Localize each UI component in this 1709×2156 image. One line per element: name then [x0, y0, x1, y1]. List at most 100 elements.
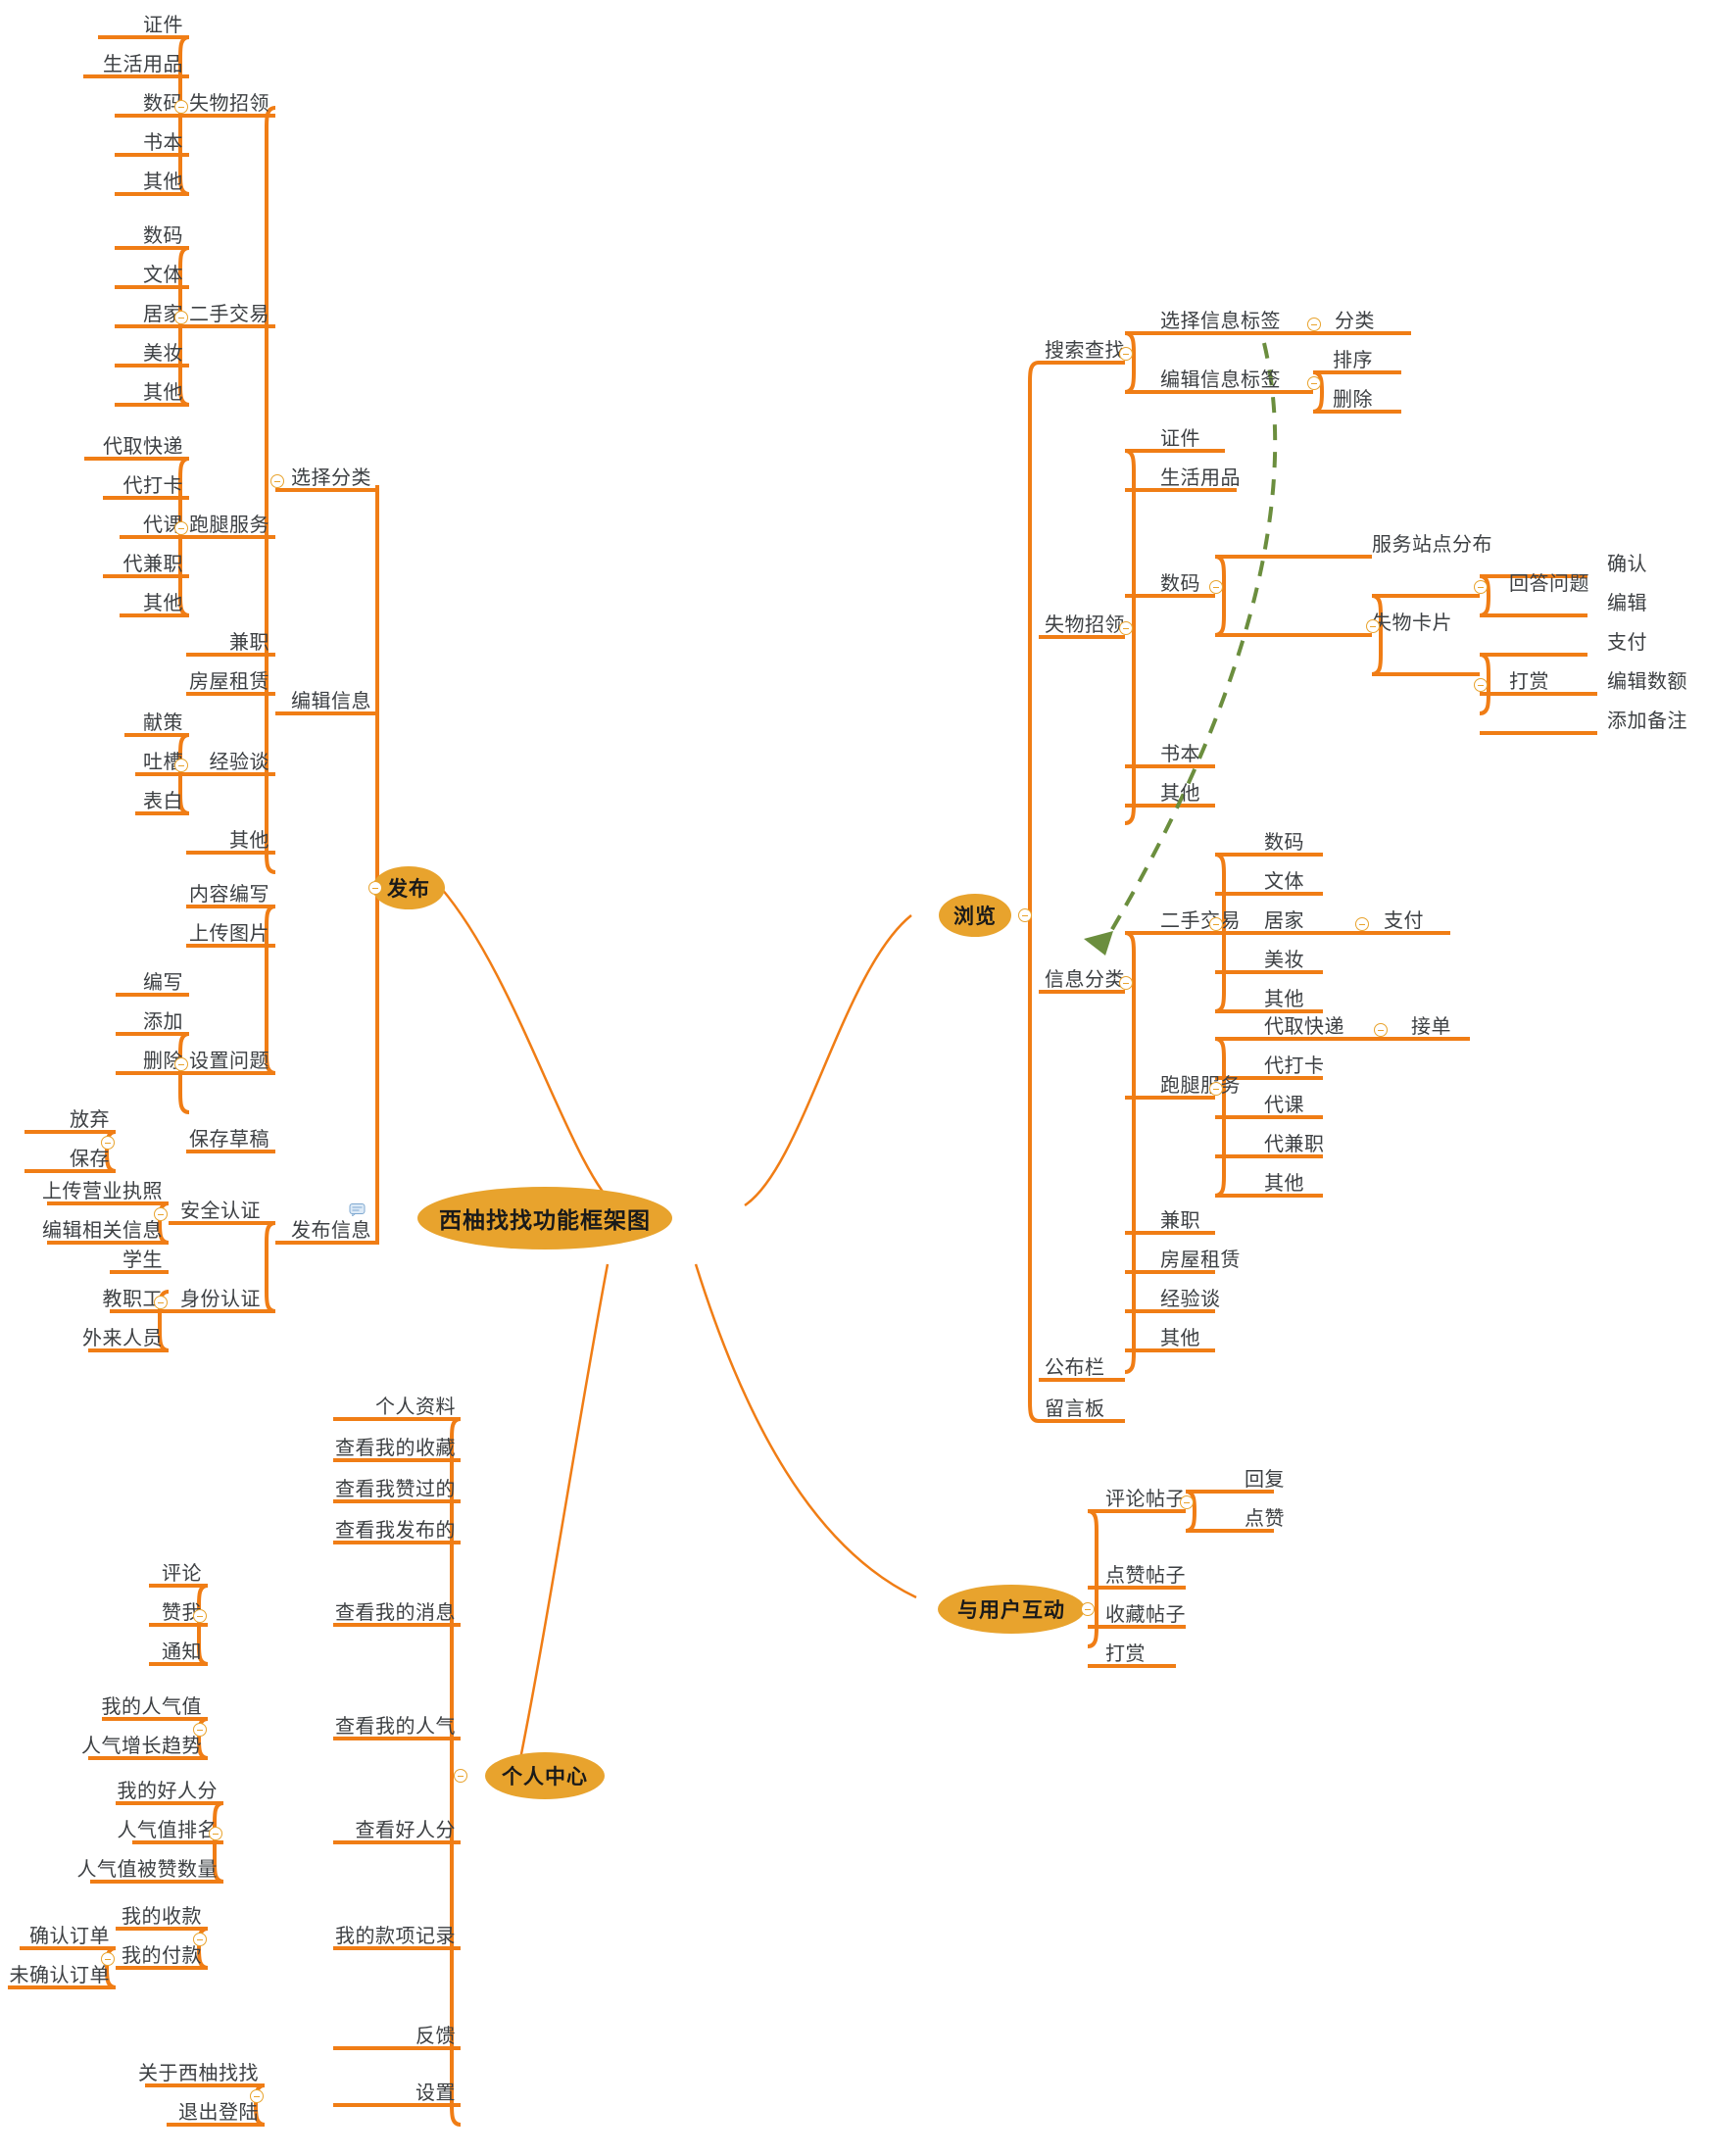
publish-errand-item-0[interactable]: 代取快递: [103, 437, 183, 457]
toggle-publish-experience[interactable]: [174, 759, 188, 772]
profile-settings[interactable]: 设置: [415, 2083, 456, 2103]
profile-my-payment[interactable]: 我的付款: [122, 1946, 202, 1966]
toggle-profile-my-goodness[interactable]: [209, 1827, 222, 1840]
toggle-browse-reward[interactable]: [1474, 678, 1488, 692]
publish-security-auth-item-0[interactable]: 上传营业执照: [42, 1182, 163, 1201]
toggle-profile-my-popularity[interactable]: [193, 1723, 207, 1737]
toggle-publish-set-question[interactable]: [174, 1057, 188, 1071]
browse-reward-item-1[interactable]: 编辑数额: [1607, 672, 1687, 692]
publish-set-question-item-0[interactable]: 编写: [143, 973, 183, 993]
profile-my-goodness-item-0[interactable]: 我的好人分: [118, 1782, 219, 1801]
publish-second-hand[interactable]: 二手交易: [189, 305, 269, 324]
publish-save-draft[interactable]: 保存草稿: [189, 1130, 269, 1150]
root-node[interactable]: 西柚找找功能框架图: [417, 1187, 672, 1250]
toggle-publish[interactable]: [368, 881, 382, 895]
profile-feedback[interactable]: 反馈: [415, 2027, 456, 2046]
toggle-browse-digital[interactable]: [1209, 580, 1223, 594]
browse-experience[interactable]: 经验谈: [1160, 1290, 1221, 1309]
profile-my-messages[interactable]: 查看我的消息: [335, 1603, 456, 1623]
toggle-publish-save-draft[interactable]: [101, 1136, 115, 1150]
interact-collect-post[interactable]: 收藏帖子: [1105, 1605, 1186, 1625]
browse-take-order[interactable]: 接单: [1411, 1017, 1451, 1037]
publish-experience-item-0[interactable]: 献策: [143, 713, 183, 733]
toggle-profile-my-payments[interactable]: [193, 1933, 207, 1946]
publish-content-write[interactable]: 内容编写: [189, 885, 269, 905]
profile-my-popularity[interactable]: 查看我的人气: [335, 1717, 456, 1737]
profile-my-payments[interactable]: 我的款项记录: [335, 1927, 456, 1946]
browse-edit-tag[interactable]: 编辑信息标签: [1160, 370, 1281, 390]
browse-errand[interactable]: 跑腿服务: [1160, 1076, 1241, 1096]
profile-my-posts[interactable]: 查看我发布的: [335, 1521, 456, 1541]
toggle-browse-lost-found[interactable]: [1119, 621, 1133, 635]
publish-lost-found-item-4[interactable]: 其他: [143, 172, 183, 192]
browse-second-hand-item-0[interactable]: 数码: [1264, 833, 1304, 853]
browse-select-tag[interactable]: 选择信息标签: [1160, 312, 1281, 331]
browse-reward-item-2[interactable]: 添加备注: [1607, 711, 1687, 731]
browse-lost-found-item-3[interactable]: 书本: [1160, 745, 1200, 764]
browse-errand-item-2[interactable]: 代课: [1264, 1096, 1304, 1115]
toggle-publish-security-auth[interactable]: [154, 1207, 168, 1221]
browse-errand-item-1[interactable]: 代打卡: [1264, 1056, 1325, 1076]
publish-second-hand-item-4[interactable]: 其他: [143, 383, 183, 403]
browse-search[interactable]: 搜索查找: [1045, 341, 1125, 361]
toggle-browse-express[interactable]: [1374, 1023, 1388, 1037]
browse-reward[interactable]: 打赏: [1509, 672, 1549, 692]
toggle-interact[interactable]: [1081, 1602, 1095, 1616]
interact-comment-post[interactable]: 评论帖子: [1105, 1490, 1186, 1509]
browse-answer-question-item-1[interactable]: 编辑: [1607, 594, 1647, 613]
publish-experience[interactable]: 经验谈: [210, 753, 270, 772]
profile-settings-item-1[interactable]: 退出登陆: [178, 2103, 259, 2123]
toggle-browse[interactable]: [1018, 908, 1032, 922]
profile-my-income[interactable]: 我的收款: [122, 1907, 202, 1927]
toggle-browse-home[interactable]: [1355, 917, 1369, 931]
toggle-publish-errand[interactable]: [174, 521, 188, 535]
profile-settings-item-0[interactable]: 关于西柚找找: [138, 2064, 259, 2083]
browse-errand-item-3[interactable]: 代兼职: [1264, 1135, 1325, 1154]
browse-second-hand-item-2[interactable]: 居家: [1264, 911, 1304, 931]
profile-my-popularity-item-1[interactable]: 人气增长趋势: [81, 1737, 202, 1756]
publish-lost-found[interactable]: 失物招领: [189, 94, 269, 114]
toggle-browse-lost-card[interactable]: [1366, 619, 1380, 633]
profile-my-goodness-item-2[interactable]: 人气值被赞数量: [77, 1860, 219, 1880]
browse-lost-card[interactable]: 失物卡片: [1372, 613, 1452, 633]
publish-errand-item-3[interactable]: 代兼职: [123, 555, 184, 574]
browse-message-board[interactable]: 留言板: [1045, 1399, 1105, 1419]
browse-lost-found-item-2[interactable]: 数码: [1160, 574, 1200, 594]
browse-second-hand[interactable]: 二手交易: [1160, 911, 1241, 931]
browse-lost-found[interactable]: 失物招领: [1045, 615, 1125, 635]
profile-my-payment-item-0[interactable]: 确认订单: [29, 1927, 110, 1946]
browse-reward-item-0[interactable]: 支付: [1607, 633, 1647, 653]
profile-my-popularity-item-0[interactable]: 我的人气值: [102, 1697, 203, 1717]
branch-interact[interactable]: 与用户互动: [938, 1585, 1085, 1634]
toggle-publish-identity-auth[interactable]: [154, 1296, 168, 1309]
browse-service-stations[interactable]: 服务站点分布: [1372, 535, 1492, 555]
toggle-browse-answer-question[interactable]: [1474, 580, 1488, 594]
interact-comment-post-item-1[interactable]: 点赞: [1245, 1509, 1285, 1529]
browse-payment[interactable]: 支付: [1384, 911, 1424, 931]
publish-identity-auth-item-0[interactable]: 学生: [122, 1250, 163, 1270]
toggle-browse-select-tag[interactable]: [1307, 318, 1321, 331]
publish-identity-auth-item-2[interactable]: 外来人员: [82, 1329, 163, 1348]
publish-errand[interactable]: 跑腿服务: [189, 515, 269, 535]
publish-second-hand-item-0[interactable]: 数码: [143, 226, 183, 246]
profile-my-goodness[interactable]: 查看好人分: [356, 1821, 457, 1840]
publish-identity-auth[interactable]: 身份认证: [180, 1290, 261, 1309]
browse-select-tag-item-0[interactable]: 分类: [1335, 312, 1375, 331]
browse-edit-tag-item-0[interactable]: 排序: [1333, 351, 1373, 370]
browse-info-category[interactable]: 信息分类: [1045, 970, 1125, 990]
toggle-profile[interactable]: [454, 1769, 467, 1783]
branch-browse[interactable]: 浏览: [939, 894, 1011, 937]
profile-personal-data[interactable]: 个人资料: [375, 1397, 456, 1417]
browse-errand-item-0[interactable]: 代取快递: [1264, 1017, 1344, 1037]
publish-save-draft-item-0[interactable]: 放弃: [70, 1110, 110, 1130]
publish-security-auth[interactable]: 安全认证: [180, 1201, 261, 1221]
browse-errand-item-4[interactable]: 其他: [1264, 1174, 1304, 1194]
publish-lost-found-item-3[interactable]: 书本: [143, 133, 183, 153]
note-icon[interactable]: [349, 1203, 366, 1218]
interact-reward[interactable]: 打赏: [1105, 1644, 1146, 1664]
toggle-browse-edit-tag[interactable]: [1307, 376, 1321, 390]
browse-second-hand-item-3[interactable]: 美妆: [1264, 951, 1304, 970]
browse-lost-found-item-1[interactable]: 生活用品: [1160, 468, 1241, 488]
profile-my-collection[interactable]: 查看我的收藏: [335, 1439, 456, 1458]
toggle-profile-my-payment[interactable]: [101, 1952, 115, 1966]
